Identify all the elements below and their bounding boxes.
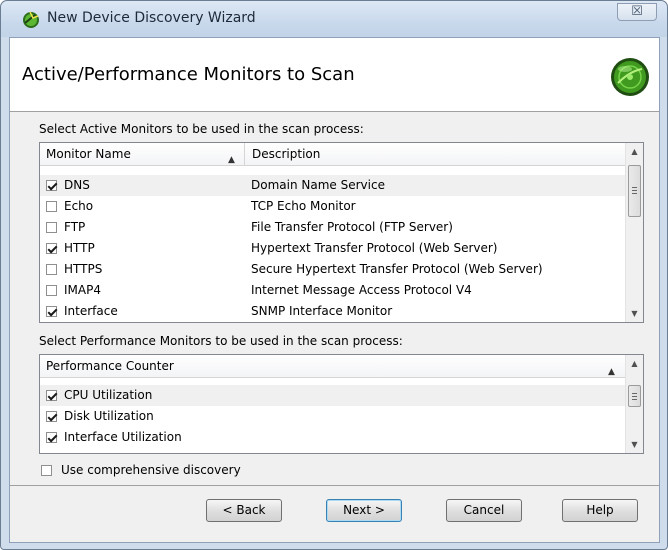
back-button[interactable]: < Back xyxy=(206,499,282,522)
close-icon: ☒ xyxy=(631,4,643,19)
monitor-description: TCP Echo Monitor xyxy=(251,199,356,213)
comprehensive-discovery-label: Use comprehensive discovery xyxy=(61,463,241,477)
monitor-name: Interface xyxy=(64,304,118,318)
monitor-checkbox[interactable] xyxy=(46,306,57,317)
monitor-description: File Transfer Protocol (FTP Server) xyxy=(251,220,453,234)
performance-counter-name: Disk Utilization xyxy=(64,409,154,423)
performance-counter-column-header[interactable]: Performance Counter ▲ xyxy=(40,355,627,377)
monitor-name: DNS xyxy=(64,178,90,192)
performance-monitors-list[interactable]: Performance Counter ▲ CPU Utilization Di… xyxy=(39,354,644,454)
active-monitor-row[interactable]: HTTPS Secure Hypertext Transfer Protocol… xyxy=(40,259,625,280)
monitor-checkbox[interactable] xyxy=(46,243,57,254)
comprehensive-discovery-checkbox[interactable] xyxy=(41,465,52,476)
monitor-name: IMAP4 xyxy=(64,283,101,297)
active-list-header: Monitor Name ▲ Description xyxy=(40,143,625,166)
active-monitors-label: Select Active Monitors to be used in the… xyxy=(39,122,364,136)
wizard-header: Active/Performance Monitors to Scan xyxy=(10,38,659,112)
app-globe-icon xyxy=(23,11,39,28)
close-button[interactable]: ☒ xyxy=(617,3,657,21)
sort-ascending-icon: ▲ xyxy=(608,367,615,377)
monitor-description: Secure Hypertext Transfer Protocol (Web … xyxy=(251,262,543,276)
performance-monitor-row[interactable]: Disk Utilization xyxy=(40,406,625,427)
performance-list-scrollbar[interactable]: ▲ ▼ xyxy=(625,355,643,453)
globe-icon xyxy=(611,58,649,96)
wizard-client-area: Active/Performance Monitors to Scan Sele… xyxy=(9,37,660,543)
active-monitor-row[interactable]: Interface SNMP Interface Monitor xyxy=(40,301,625,322)
next-button[interactable]: Next > xyxy=(326,499,402,522)
cancel-button[interactable]: Cancel xyxy=(446,499,522,522)
scroll-down-icon[interactable]: ▼ xyxy=(626,305,643,322)
monitor-name-column-label: Monitor Name xyxy=(46,147,131,161)
monitor-description: Domain Name Service xyxy=(251,178,385,192)
monitor-checkbox[interactable] xyxy=(46,180,57,191)
performance-counter-name: CPU Utilization xyxy=(64,388,153,402)
performance-checkbox[interactable] xyxy=(46,390,57,401)
performance-counter-name: Interface Utilization xyxy=(64,430,182,444)
active-monitor-row[interactable]: DNS Domain Name Service xyxy=(40,175,625,196)
monitor-description: Hypertext Transfer Protocol (Web Server) xyxy=(251,241,498,255)
active-monitor-row[interactable]: HTTP Hypertext Transfer Protocol (Web Se… xyxy=(40,238,625,259)
active-monitor-row[interactable]: Echo TCP Echo Monitor xyxy=(40,196,625,217)
performance-counter-column-label: Performance Counter xyxy=(46,359,174,373)
comprehensive-discovery-option[interactable]: Use comprehensive discovery xyxy=(39,462,299,480)
monitor-description: SNMP Interface Monitor xyxy=(251,304,393,318)
monitor-checkbox[interactable] xyxy=(46,285,57,296)
window-title: New Device Discovery Wizard xyxy=(47,10,256,26)
performance-monitor-row[interactable]: CPU Utilization xyxy=(40,385,625,406)
monitor-name: HTTPS xyxy=(64,262,103,276)
description-column-label: Description xyxy=(252,147,321,161)
page-title: Active/Performance Monitors to Scan xyxy=(22,64,355,85)
monitor-checkbox[interactable] xyxy=(46,264,57,275)
button-separator xyxy=(10,485,659,486)
scrollbar-thumb[interactable] xyxy=(628,385,641,407)
scroll-up-icon[interactable]: ▲ xyxy=(626,143,643,160)
performance-checkbox[interactable] xyxy=(46,432,57,443)
help-button[interactable]: Help xyxy=(562,499,638,522)
active-monitors-list[interactable]: Monitor Name ▲ Description DNS Domain Na… xyxy=(39,142,644,323)
performance-monitor-row[interactable]: Interface Utilization xyxy=(40,427,625,448)
active-monitor-row[interactable]: FTP File Transfer Protocol (FTP Server) xyxy=(40,217,625,238)
monitor-name: FTP xyxy=(64,220,86,234)
monitor-checkbox[interactable] xyxy=(46,201,57,212)
wizard-window: New Device Discovery Wizard ☒ Active/Per… xyxy=(0,0,668,550)
monitor-name: Echo xyxy=(64,199,94,213)
active-monitor-row[interactable]: IMAP4 Internet Message Access Protocol V… xyxy=(40,280,625,301)
performance-checkbox[interactable] xyxy=(46,411,57,422)
active-list-scrollbar[interactable]: ▲ ▼ xyxy=(625,143,643,322)
scroll-down-icon[interactable]: ▼ xyxy=(626,436,643,453)
monitor-name: HTTP xyxy=(64,241,95,255)
sort-ascending-icon: ▲ xyxy=(228,155,235,165)
monitor-description: Internet Message Access Protocol V4 xyxy=(251,283,472,297)
title-bar[interactable]: New Device Discovery Wizard ☒ xyxy=(1,1,667,37)
performance-monitors-label: Select Performance Monitors to be used i… xyxy=(39,334,403,348)
monitor-name-column-header[interactable]: Monitor Name ▲ xyxy=(40,143,245,165)
performance-list-header: Performance Counter ▲ xyxy=(40,355,627,378)
scroll-up-icon[interactable]: ▲ xyxy=(626,355,643,372)
description-column-header[interactable]: Description xyxy=(246,143,625,165)
monitor-checkbox[interactable] xyxy=(46,222,57,233)
scrollbar-thumb[interactable] xyxy=(628,165,641,217)
